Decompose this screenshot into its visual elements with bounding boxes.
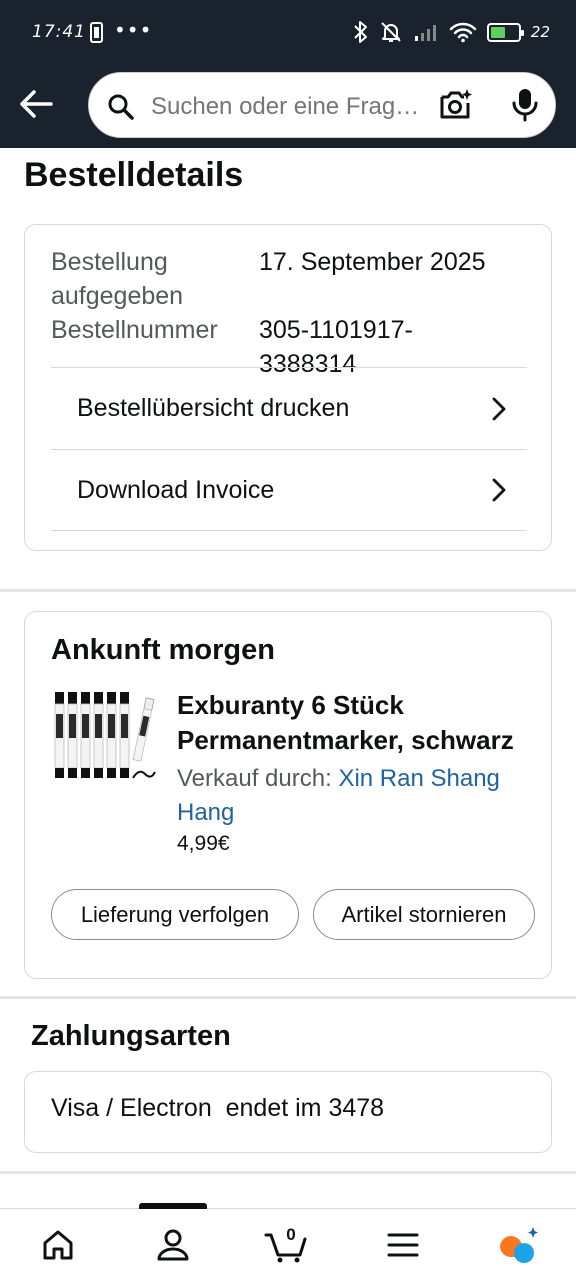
status-bar: 17:41 ••• 22 bbox=[0, 0, 576, 68]
nav-cart[interactable]: 0 bbox=[262, 1223, 310, 1267]
nav-rufus[interactable] bbox=[494, 1223, 542, 1267]
download-invoice-label: Download Invoice bbox=[77, 475, 275, 504]
nav-account[interactable] bbox=[149, 1223, 197, 1267]
order-info-grid: Bestellung aufgegeben 17. September 2025… bbox=[51, 245, 531, 381]
wifi-icon bbox=[449, 21, 477, 43]
account-icon bbox=[157, 1229, 189, 1261]
home-icon bbox=[43, 1230, 73, 1260]
search-icon bbox=[107, 93, 135, 126]
status-time: 17:41 bbox=[32, 22, 86, 42]
bottom-nav: 0 bbox=[0, 1203, 576, 1280]
order-number-label-text: Bestellnummer bbox=[51, 316, 218, 344]
arrow-left-icon bbox=[20, 90, 53, 118]
order-date-label-line1: Bestellung bbox=[51, 248, 168, 276]
nav-menu[interactable] bbox=[379, 1223, 427, 1267]
nav-active-indicator bbox=[139, 1203, 207, 1209]
section-divider bbox=[0, 589, 576, 592]
download-invoice-link[interactable]: Download Invoice bbox=[51, 449, 527, 531]
delivery-card: Ankunft morgen Exburanty 6 Stück Permane… bbox=[24, 611, 552, 979]
more-notifications-icon: ••• bbox=[114, 18, 153, 42]
cancel-item-button[interactable]: Artikel stornieren bbox=[313, 889, 535, 940]
payment-method-card: Visa / Electron endet im 3478 bbox=[24, 1071, 552, 1153]
cart-count: 0 bbox=[286, 1225, 296, 1244]
order-number-label: Bestellnummer bbox=[51, 279, 259, 381]
order-number-line1: 305-1101917- bbox=[259, 316, 413, 344]
search-bar[interactable] bbox=[88, 72, 556, 138]
microphone-icon[interactable] bbox=[509, 87, 541, 128]
battery-fill bbox=[490, 26, 505, 38]
signal-icon bbox=[413, 22, 439, 42]
track-delivery-button[interactable]: Lieferung verfolgen bbox=[51, 889, 299, 940]
bluetooth-icon bbox=[353, 20, 369, 44]
seller-link[interactable]: Xin Ran Shang bbox=[338, 765, 499, 792]
rufus-icon bbox=[500, 1227, 538, 1263]
bell-muted-icon bbox=[379, 20, 403, 44]
product-price: 4,99€ bbox=[177, 832, 230, 855]
product-title-line1: Exburanty 6 Stück bbox=[177, 690, 404, 720]
back-button[interactable] bbox=[16, 84, 56, 124]
order-number-value: 305-1101917- 3388314 bbox=[259, 279, 531, 381]
chevron-right-icon bbox=[492, 478, 506, 502]
seller-prefix: Verkauf durch: bbox=[177, 765, 339, 792]
product-image[interactable] bbox=[53, 692, 157, 788]
status-icons: 22 bbox=[353, 20, 550, 44]
product-title-line2: Permanentmarker, schwarz bbox=[177, 725, 514, 755]
seller-info: Verkauf durch: Xin Ran Shang Hang bbox=[177, 762, 537, 830]
search-input[interactable] bbox=[151, 93, 421, 121]
payment-method: Visa / Electron endet im 3478 bbox=[51, 1094, 385, 1122]
payments-title: Zahlungsarten bbox=[31, 1020, 231, 1052]
order-number-row: Bestellnummer 305-1101917- 3388314 bbox=[51, 279, 531, 381]
print-order-summary-link[interactable]: Bestellübersicht drucken bbox=[51, 367, 527, 449]
page-title: Bestelldetails bbox=[24, 156, 244, 194]
menu-icon bbox=[387, 1233, 419, 1257]
nav-home[interactable] bbox=[34, 1223, 82, 1267]
section-divider bbox=[0, 1171, 576, 1174]
sim-card-icon bbox=[90, 22, 103, 43]
print-order-summary-label: Bestellübersicht drucken bbox=[77, 394, 350, 422]
product-title[interactable]: Exburanty 6 Stück Permanentmarker, schwa… bbox=[177, 688, 537, 758]
battery-percent: 22 bbox=[530, 23, 550, 41]
seller-link-continued[interactable]: Hang bbox=[177, 799, 234, 826]
order-info-card: Bestellung aufgegeben 17. September 2025… bbox=[24, 224, 552, 551]
search-header bbox=[0, 68, 576, 148]
camera-lens-icon[interactable] bbox=[437, 87, 473, 128]
battery-icon bbox=[486, 22, 524, 42]
section-divider bbox=[0, 996, 576, 999]
chevron-right-icon bbox=[492, 397, 506, 420]
delivery-title: Ankunft morgen bbox=[51, 634, 275, 666]
